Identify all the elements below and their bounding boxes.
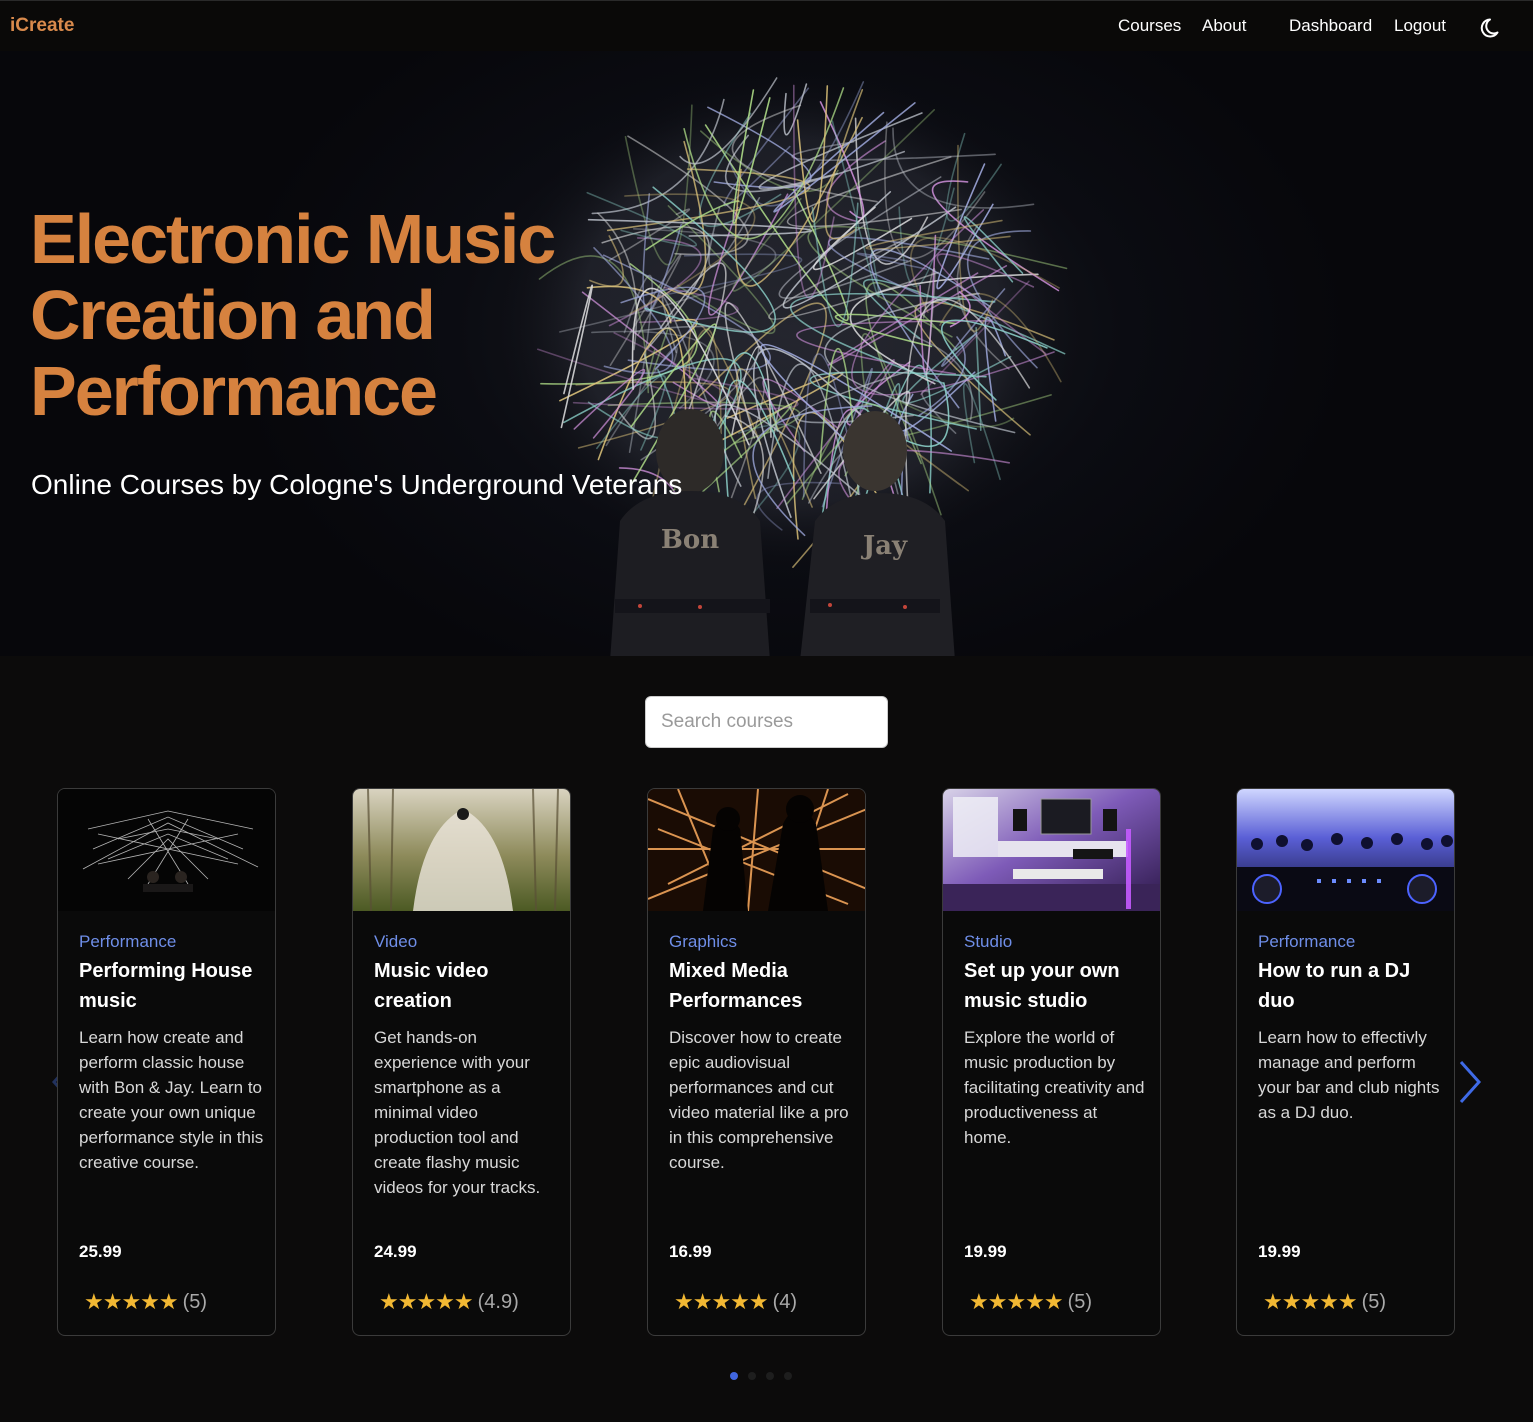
carousel-dot[interactable] xyxy=(730,1372,738,1380)
rating-value: (5) xyxy=(1361,1290,1387,1313)
course-price: 16.99 xyxy=(669,1242,712,1261)
search-input[interactable] xyxy=(645,696,888,748)
moon-icon[interactable] xyxy=(1478,14,1504,40)
course-title[interactable]: How to run a DJ duo xyxy=(1258,956,1443,1016)
navbar: iCreate Courses About Dashboard Logout xyxy=(0,0,1533,51)
course-rating: ★★★★★ (4) xyxy=(674,1289,797,1315)
course-category: Studio xyxy=(964,932,1013,951)
course-price: 19.99 xyxy=(1258,1242,1301,1261)
rating-value: (5) xyxy=(1067,1290,1093,1313)
course-rating: ★★★★★ (5) xyxy=(969,1289,1092,1315)
course-category: Graphics xyxy=(669,932,738,951)
course-category: Video xyxy=(374,932,418,951)
course-image-house xyxy=(58,789,275,911)
course-description: Learn how to effectivly manage and perfo… xyxy=(1258,1028,1440,1122)
rating-value: (4.9) xyxy=(477,1290,519,1313)
carousel-pagination xyxy=(730,1372,792,1380)
carousel-dot[interactable] xyxy=(766,1372,774,1380)
carousel-dot[interactable] xyxy=(748,1372,756,1380)
course-title[interactable]: Music video creation xyxy=(374,956,559,1016)
course-rating: ★★★★★ (5) xyxy=(1263,1289,1386,1315)
course-card[interactable]: Graphics Mixed Media Performances Discov… xyxy=(647,788,866,1336)
course-category: Performance xyxy=(79,932,177,951)
course-rating: ★★★★★ (5) xyxy=(84,1289,207,1315)
course-card[interactable]: Studio Set up your own music studio Expl… xyxy=(942,788,1161,1336)
hero-title: Electronic Music Creation and Performanc… xyxy=(30,200,556,430)
course-price: 19.99 xyxy=(964,1242,1007,1261)
course-category: Performance xyxy=(1258,932,1356,951)
carousel-dot[interactable] xyxy=(784,1372,792,1380)
course-description: Discover how to create epic audiovisual … xyxy=(669,1028,849,1172)
course-image-graphics xyxy=(648,789,865,911)
course-title[interactable]: Performing House music xyxy=(79,956,264,1016)
hero-subtitle: Online Courses by Cologne's Underground … xyxy=(31,469,683,500)
star-icon: ★★★★★ xyxy=(1263,1289,1358,1314)
nav-link-logout[interactable]: Logout xyxy=(1394,16,1446,36)
nav-link-about[interactable]: About xyxy=(1202,16,1246,36)
course-image-video xyxy=(353,789,570,911)
shirt-text-right: Jay xyxy=(861,531,908,561)
course-card[interactable]: Video Music video creation Get hands-on … xyxy=(352,788,571,1336)
star-icon: ★★★★★ xyxy=(84,1289,179,1314)
course-price: 24.99 xyxy=(374,1242,417,1261)
nav-link-dashboard[interactable]: Dashboard xyxy=(1289,16,1372,36)
star-icon: ★★★★★ xyxy=(674,1289,769,1314)
course-title[interactable]: Set up your own music studio xyxy=(964,956,1149,1016)
hero-banner: Bon Jay Electronic Music Creation and Pe… xyxy=(0,51,1533,656)
course-title[interactable]: Mixed Media Performances xyxy=(669,956,854,1016)
course-image-dj xyxy=(1237,789,1454,911)
course-description: Learn how create and perform classic hou… xyxy=(79,1028,264,1172)
course-description: Explore the world of music production by… xyxy=(964,1028,1145,1147)
star-icon: ★★★★★ xyxy=(969,1289,1064,1314)
course-rating: ★★★★★ (4.9) xyxy=(379,1289,519,1315)
shirt-text-left: Bon xyxy=(661,525,719,555)
nav-link-courses[interactable]: Courses xyxy=(1118,16,1181,36)
course-price: 25.99 xyxy=(79,1242,122,1261)
course-description: Get hands-on experience with your smartp… xyxy=(374,1028,541,1197)
brand-logo[interactable]: iCreate xyxy=(10,15,74,37)
course-card[interactable]: Performance Performing House music Learn… xyxy=(57,788,276,1336)
chevron-right-icon[interactable] xyxy=(1455,1058,1485,1106)
rating-value: (5) xyxy=(182,1290,208,1313)
rating-value: (4) xyxy=(772,1290,798,1313)
star-icon: ★★★★★ xyxy=(379,1289,474,1314)
course-image-studio xyxy=(943,789,1160,911)
course-card[interactable]: Performance How to run a DJ duo Learn ho… xyxy=(1236,788,1455,1336)
